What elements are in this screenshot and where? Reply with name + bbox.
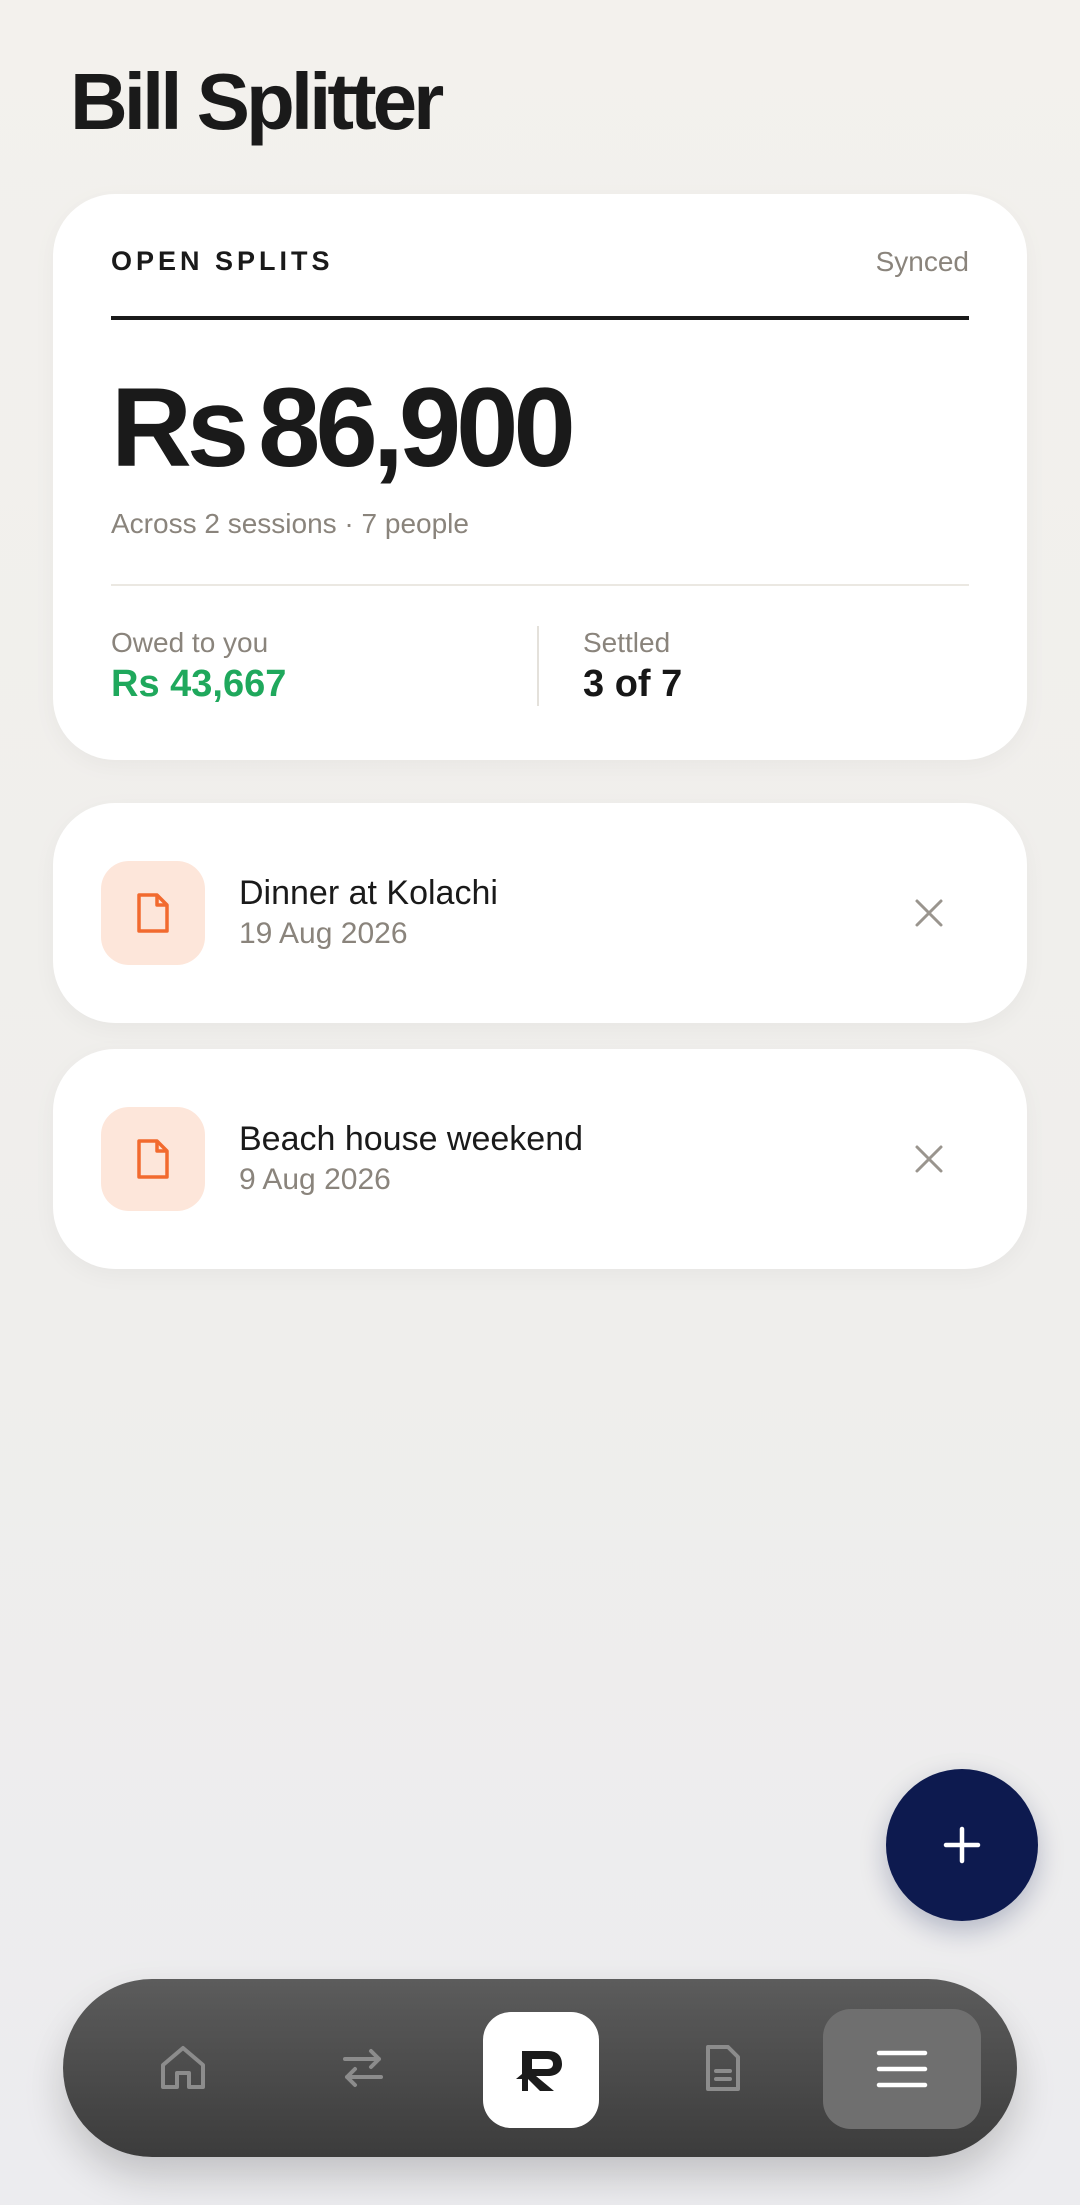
home-icon <box>161 2046 205 2089</box>
amount-currency: Rs <box>111 365 249 490</box>
summary-header: OPEN SPLITS Synced <box>111 246 969 320</box>
summary-label: OPEN SPLITS <box>111 246 334 276</box>
split-card-dinner[interactable]: Dinner at Kolachi 19 Aug 2026 <box>53 803 1027 1023</box>
nav-home[interactable] <box>123 1979 243 2157</box>
split-date: 9 Aug 2026 <box>239 1163 391 1196</box>
document-icon <box>706 2045 740 2091</box>
document-icon <box>137 1139 169 1179</box>
owed-value: Rs 43,667 <box>111 662 287 705</box>
stat-divider <box>537 626 539 706</box>
open-splits-card: OPEN SPLITS Synced Rs 86,900 Across 2 ses… <box>53 194 1027 760</box>
bottom-nav <box>63 1979 1017 2157</box>
close-icon[interactable] <box>913 897 945 929</box>
nav-app-logo[interactable] <box>483 2012 599 2128</box>
split-card-beach-house[interactable]: Beach house weekend 9 Aug 2026 <box>53 1049 1027 1269</box>
add-split-button[interactable] <box>886 1769 1038 1921</box>
page-title: Bill Splitter <box>70 57 444 146</box>
split-name: Beach house weekend <box>239 1120 584 1158</box>
app-logo-icon <box>516 2051 562 2091</box>
split-icon-box <box>101 861 205 965</box>
total-amount: Rs 86,900 <box>111 372 576 484</box>
document-icon <box>137 893 169 933</box>
settled-stat: Settled 3 of 7 <box>583 626 682 707</box>
nav-documents[interactable] <box>663 1979 783 2157</box>
nav-menu[interactable] <box>823 2009 981 2129</box>
transfer-icon <box>343 2049 383 2087</box>
split-icon-box <box>101 1107 205 1211</box>
split-date: 19 Aug 2026 <box>239 917 408 950</box>
split-name: Dinner at Kolachi <box>239 874 498 912</box>
menu-icon <box>876 2050 928 2088</box>
sync-status: Synced <box>875 246 969 277</box>
owed-label: Owed to you <box>111 627 269 658</box>
summary-divider <box>111 584 969 586</box>
summary-subline: Across 2 sessions · 7 people <box>111 508 469 539</box>
settled-label: Settled <box>583 627 671 658</box>
settled-value: 3 of 7 <box>583 662 683 705</box>
plus-icon <box>943 1826 981 1864</box>
amount-value: 86,900 <box>258 365 576 490</box>
owed-stat: Owed to you Rs 43,667 <box>111 626 286 707</box>
close-icon[interactable] <box>913 1143 945 1175</box>
nav-transfer[interactable] <box>303 1979 423 2157</box>
